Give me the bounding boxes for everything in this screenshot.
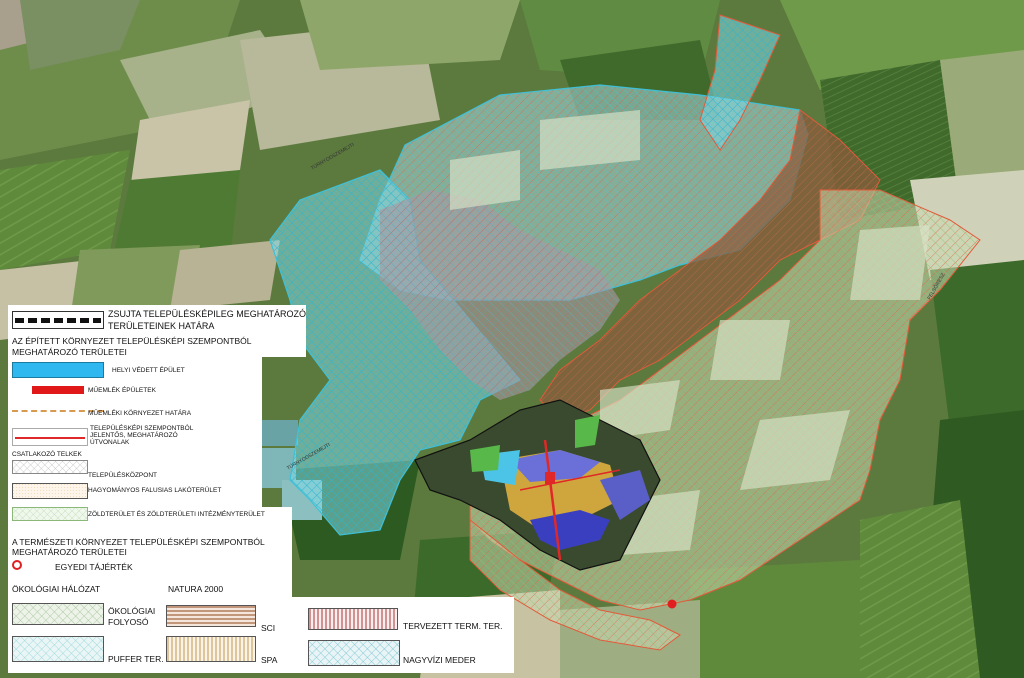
- legend-natura: NATURA 2000: [168, 584, 224, 594]
- legend-natural-heading-1: A TERMÉSZETI KÖRNYEZET TELEPÜLÉSKÉPI SZE…: [12, 537, 265, 547]
- legend-buffer: PUFFER TER.: [108, 654, 164, 664]
- legend-spa: SPA: [261, 655, 278, 665]
- spa-swatch: [166, 636, 256, 662]
- legend-eco-corridor-2: FOLYOSÓ: [108, 617, 149, 627]
- eco-corridor-swatch: [12, 603, 104, 625]
- local-protected-swatch: [12, 362, 104, 378]
- legend-sci: SCI: [261, 623, 276, 633]
- boundary-swatch: [12, 311, 104, 329]
- legend-green-area: ZÖLDTERÜLET ÉS ZÖLDTERÜLETI INTÉZMÉNYTER…: [88, 511, 265, 518]
- legend-routes-3: ÚTVONALAK: [90, 439, 130, 446]
- legend-monument-buildings: MŰEMLÉK ÉPÜLETEK: [88, 387, 156, 394]
- legend-local-protected: HELYI VÉDETT ÉPÜLET: [112, 367, 185, 374]
- legend-landscape-value: EGYEDI TÁJÉRTÉK: [55, 562, 133, 572]
- legend-eco-network: ÖKOLÓGIAI HÁLÓZAT: [12, 584, 101, 594]
- legend-floodplain: NAGYVÍZI MEDER: [403, 655, 476, 665]
- floodplain-swatch: [308, 640, 400, 666]
- landscape-value-marker: [667, 599, 677, 609]
- legend-eco-corridor-1: ÖKOLÓGIAI: [108, 606, 156, 616]
- planned-swatch: [308, 608, 398, 630]
- legend-planned: TERVEZETT TERM. TER.: [403, 621, 503, 631]
- legend-monument-env-boundary: MŰEMLÉKI KÖRNYEZET HATÁRA: [88, 410, 192, 417]
- legend-built-heading-2: MEGHATÁROZÓ TERÜLETEI: [12, 347, 127, 357]
- landscape-value-icon: [12, 560, 22, 570]
- buffer-swatch: [12, 636, 104, 662]
- sci-swatch: [166, 605, 256, 627]
- adjoining-swatch-fill: [13, 461, 87, 473]
- green-swatch: [12, 507, 88, 521]
- legend-adjoining-plots: CSATLAKOZÓ TELKEK: [12, 451, 82, 458]
- legend-boundary-label-2: TERÜLETEINEK HATÁRA: [108, 321, 215, 331]
- legend-natural-heading-2: MEGHATÁROZÓ TERÜLETEI: [12, 547, 127, 557]
- village-swatch: [12, 483, 88, 499]
- routes-swatch: [12, 428, 88, 446]
- legend-built-heading-1: AZ ÉPÍTETT KÖRNYEZET TELEPÜLÉSKÉPI SZEMP…: [12, 336, 252, 346]
- legend-center: TELEPÜLÉSKÖZPONT: [88, 472, 157, 479]
- legend-boundary-label-1: ZSUJTA TELEPÜLÉSKÉPILEG MEGHATÁROZÓ: [108, 309, 307, 319]
- legend-village-residential: HAGYOMÁNYOS FALUSIAS LAKÓTERÜLET: [88, 487, 222, 494]
